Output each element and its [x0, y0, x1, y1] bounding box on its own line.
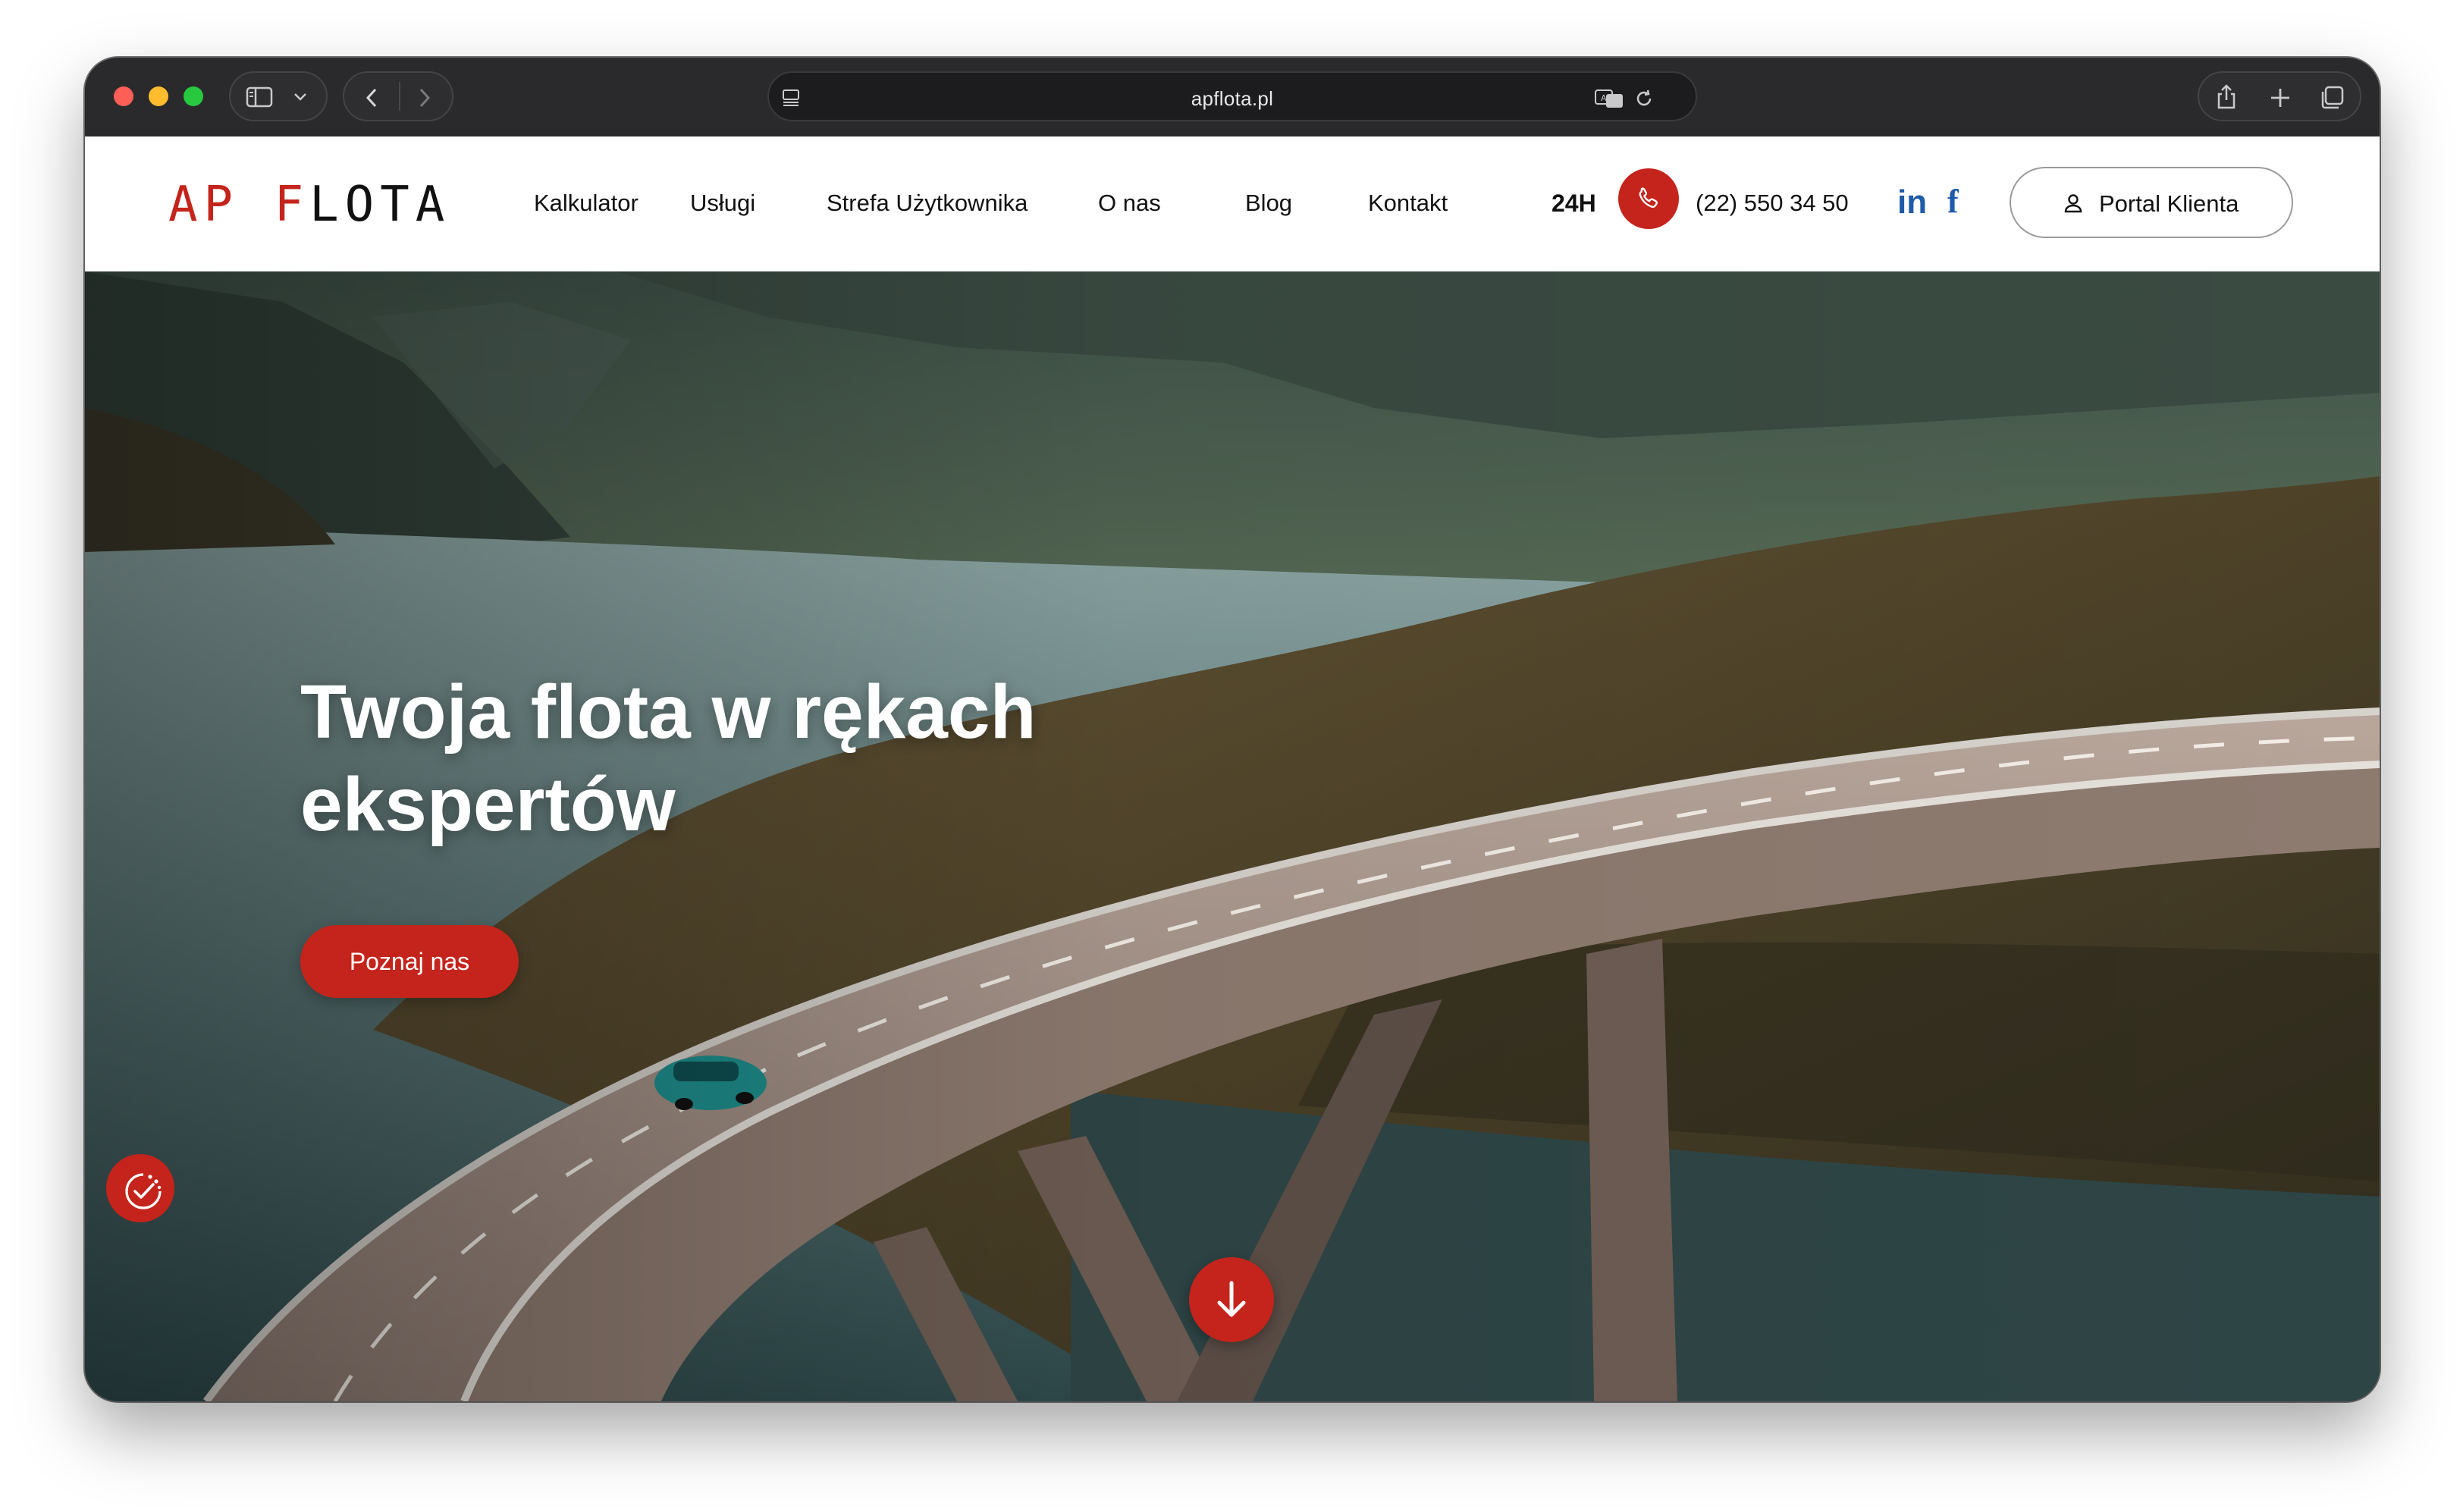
ap-flota-logo[interactable]: AP FLOTA: [168, 180, 450, 229]
back-icon[interactable]: [362, 86, 381, 109]
nav-o-nas[interactable]: O nas: [1098, 190, 1161, 217]
portal-klienta-label: Portal Klienta: [2099, 190, 2239, 217]
nav-strefa-uzytkownika[interactable]: Strefa Użytkownika: [827, 190, 1028, 217]
svg-text:A: A: [1601, 93, 1607, 103]
site-header: AP FLOTA Kalkulator Usługi Strefa Użytko…: [85, 136, 2380, 271]
share-icon[interactable]: [2214, 83, 2239, 111]
nav-uslugi[interactable]: Usługi: [690, 190, 755, 217]
browser-toolbar: apflota.pl A: [85, 58, 2380, 136]
hero-title-line-1: Twoja flota w rękach: [300, 670, 1037, 754]
nav-divider: [399, 82, 400, 111]
forward-icon[interactable]: [416, 86, 434, 109]
nav-blog[interactable]: Blog: [1245, 190, 1292, 217]
close-window-button[interactable]: [114, 86, 133, 106]
poznaj-nas-button[interactable]: Poznaj nas: [300, 925, 519, 998]
availability-label: 24H: [1552, 190, 1596, 217]
maximize-window-button[interactable]: [184, 86, 203, 106]
linkedin-icon[interactable]: in: [1897, 184, 1927, 221]
logo-part-f: F: [274, 177, 310, 233]
cookie-settings-button[interactable]: [106, 1154, 174, 1222]
phone-number[interactable]: (22) 550 34 50: [1696, 190, 1849, 217]
arrow-down-icon: [1217, 1281, 1246, 1317]
phone-icon: [1639, 187, 1658, 209]
translate-icon[interactable]: A: [1594, 88, 1624, 109]
scroll-down-button[interactable]: [1189, 1257, 1274, 1342]
chevron-down-icon: [294, 93, 306, 101]
browser-window: apflota.pl A AP FLOTA Kalkulator Usługi …: [85, 58, 2380, 1401]
logo-part-ap: AP: [168, 177, 240, 233]
new-tab-icon[interactable]: [2269, 86, 2292, 109]
url-text[interactable]: apflota.pl: [769, 87, 1696, 111]
history-nav: [343, 71, 453, 121]
facebook-icon[interactable]: f: [1947, 182, 1959, 221]
nav-kalkulator[interactable]: Kalkulator: [534, 190, 638, 217]
call-button[interactable]: [1618, 168, 1679, 229]
address-bar[interactable]: apflota.pl A: [767, 71, 1697, 121]
tabs-overview-icon[interactable]: [2319, 85, 2345, 111]
sidebar-icon: [246, 86, 273, 108]
cookie-consent-icon: [125, 1173, 162, 1209]
portal-klienta-button[interactable]: Portal Klienta: [2010, 167, 2293, 238]
hero-title: Twoja flota w rękach ekspertów: [300, 666, 1210, 851]
user-icon: [2064, 194, 2082, 213]
hero-title-line-2: ekspertów: [300, 762, 676, 847]
sidebar-toggle-button[interactable]: [229, 71, 328, 121]
nav-kontakt[interactable]: Kontakt: [1368, 190, 1448, 217]
hero-section: Twoja flota w rękach ekspertów Poznaj na…: [85, 271, 2380, 1401]
logo-part-lota: LOTA: [309, 177, 451, 233]
reload-icon[interactable]: [1633, 88, 1655, 109]
window-actions: [2198, 71, 2361, 121]
minimize-window-button[interactable]: [149, 86, 168, 106]
